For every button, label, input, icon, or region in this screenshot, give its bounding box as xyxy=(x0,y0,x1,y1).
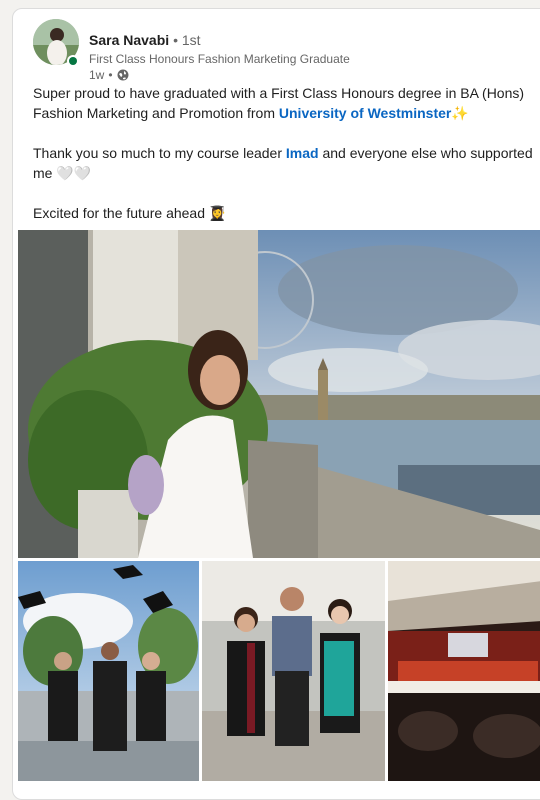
more-options-icon[interactable]: ⋮ xyxy=(533,26,540,42)
post-meta: 1w • xyxy=(89,68,129,82)
post-image-grid xyxy=(18,230,540,790)
post-text: Super proud to have graduated with a Fir… xyxy=(33,83,533,243)
ceremony-hall-photo[interactable] xyxy=(388,561,540,781)
graduate-balcony-photo[interactable] xyxy=(18,230,540,558)
connection-degree: 1st xyxy=(181,32,201,48)
author-name[interactable]: Sara Navabi xyxy=(89,32,169,48)
globe-icon xyxy=(117,69,129,81)
post-paragraph: Thank you so much to my course leader Im… xyxy=(33,143,533,183)
post-header: Sara Navabi • 1st First Class Honours Fa… xyxy=(33,19,540,82)
text-segment: Excited for the future ahead xyxy=(33,205,209,221)
sparkle-emoji: ✨ xyxy=(451,105,469,121)
group-with-lecturer-photo[interactable] xyxy=(202,561,385,781)
post-time: 1w xyxy=(89,68,105,82)
post-paragraph: Super proud to have graduated with a Fir… xyxy=(33,83,533,123)
text-segment: Thank you so much to my course leader xyxy=(33,145,286,161)
author-line: Sara Navabi • 1st xyxy=(89,32,201,48)
meta-separator: • xyxy=(108,68,113,82)
mention-university[interactable]: University of Westminster xyxy=(279,105,451,121)
post-card: Sara Navabi • 1st First Class Honours Fa… xyxy=(12,8,540,800)
post-paragraph: Excited for the future ahead 👩‍🎓 xyxy=(33,203,533,223)
graduate-emoji: 👩‍🎓 xyxy=(208,205,227,221)
caps-toss-photo[interactable] xyxy=(18,561,199,781)
author-headline: First Class Honours Fashion Marketing Gr… xyxy=(89,52,350,66)
online-status-icon xyxy=(67,55,79,67)
hearts-emoji: 🤍🤍 xyxy=(56,165,92,181)
mention-imad[interactable]: Imad xyxy=(286,145,319,161)
separator: • xyxy=(173,32,178,48)
